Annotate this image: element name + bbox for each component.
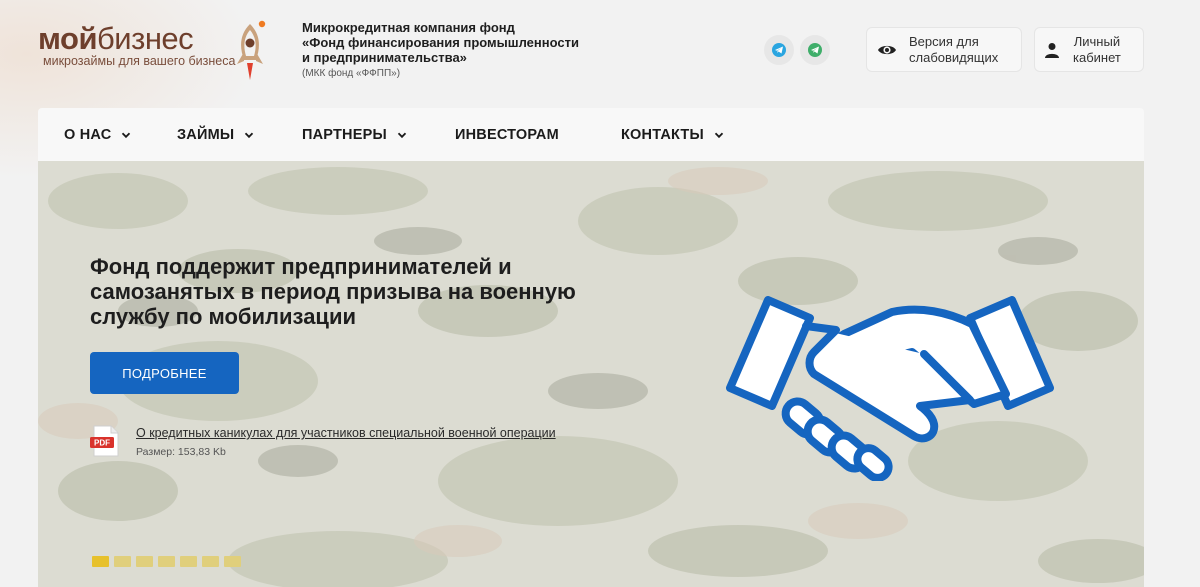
more-details-button[interactable]: ПОДРОБНЕЕ bbox=[90, 352, 239, 394]
slider-dot[interactable] bbox=[158, 556, 175, 567]
org-short-name: (МКК фонд «ФФПП») bbox=[302, 68, 401, 79]
slider-dot[interactable] bbox=[92, 556, 109, 567]
chevron-down-icon bbox=[122, 132, 131, 138]
logo-wordmark: мойбизнес bbox=[38, 21, 194, 56]
chevron-down-icon bbox=[714, 132, 724, 138]
hero-title: Фонд поддержит предпринимателей и самоза… bbox=[90, 254, 576, 329]
chevron-down-icon bbox=[397, 132, 406, 138]
organization-info: Микрокредитная компания фонд «Фонд финан… bbox=[302, 20, 622, 79]
org-name-line-3: и предпринимательства» bbox=[302, 50, 467, 65]
org-name-line-1: Микрокредитная компания фонд bbox=[302, 20, 515, 35]
nav-item-loans[interactable]: ЗАЙМЫ bbox=[177, 108, 254, 161]
document-size: Размер: 153,83 Kb bbox=[136, 446, 226, 458]
telegram-link-2[interactable] bbox=[800, 35, 830, 65]
slider-dot[interactable] bbox=[180, 556, 197, 567]
document-link[interactable]: О кредитных каникулах для участников спе… bbox=[136, 426, 556, 440]
slider-dot[interactable] bbox=[202, 556, 219, 567]
hero-slider: Фонд поддержит предпринимателей и самоза… bbox=[38, 161, 1144, 587]
slider-pagination bbox=[92, 556, 241, 567]
telegram-link-1[interactable] bbox=[764, 35, 794, 65]
slider-dot[interactable] bbox=[114, 556, 131, 567]
nav-item-contacts[interactable]: КОНТАКТЫ bbox=[621, 108, 724, 161]
slider-dot[interactable] bbox=[136, 556, 153, 567]
personal-account-label: Личный кабинет bbox=[1073, 33, 1121, 65]
low-vision-label: Версия для слабовидящих bbox=[909, 33, 999, 65]
telegram-icon bbox=[808, 43, 822, 57]
telegram-icon bbox=[772, 43, 786, 57]
low-vision-version-button[interactable]: Версия для слабовидящих bbox=[866, 27, 1022, 72]
nav-item-investors[interactable]: ИНВЕСТОРАМ bbox=[455, 108, 559, 161]
site-header: мойбизнес микрозаймы для вашего бизнеса … bbox=[0, 0, 1200, 108]
nav-item-partners[interactable]: ПАРТНЕРЫ bbox=[302, 108, 407, 161]
main-navigation: О НАС ЗАЙМЫ ПАРТНЕРЫ ИНВЕСТОРАМ КОНТАКТЫ bbox=[38, 108, 1144, 161]
user-icon bbox=[1045, 42, 1059, 58]
logo-tagline: микрозаймы для вашего бизнеса bbox=[43, 54, 236, 68]
site-logo[interactable]: мойбизнес микрозаймы для вашего бизнеса bbox=[38, 18, 274, 88]
personal-account-button[interactable]: Личный кабинет bbox=[1034, 27, 1144, 72]
slider-dot[interactable] bbox=[224, 556, 241, 567]
handshake-icon bbox=[726, 296, 1054, 481]
nav-item-about[interactable]: О НАС bbox=[64, 108, 131, 161]
pdf-file-icon: PDF bbox=[90, 425, 119, 457]
svg-text:PDF: PDF bbox=[94, 439, 110, 448]
eye-icon bbox=[878, 45, 896, 54]
chevron-down-icon bbox=[245, 132, 254, 138]
rocket-logo-icon bbox=[237, 20, 266, 80]
org-name-line-2: «Фонд финансирования промышленности bbox=[302, 35, 579, 50]
